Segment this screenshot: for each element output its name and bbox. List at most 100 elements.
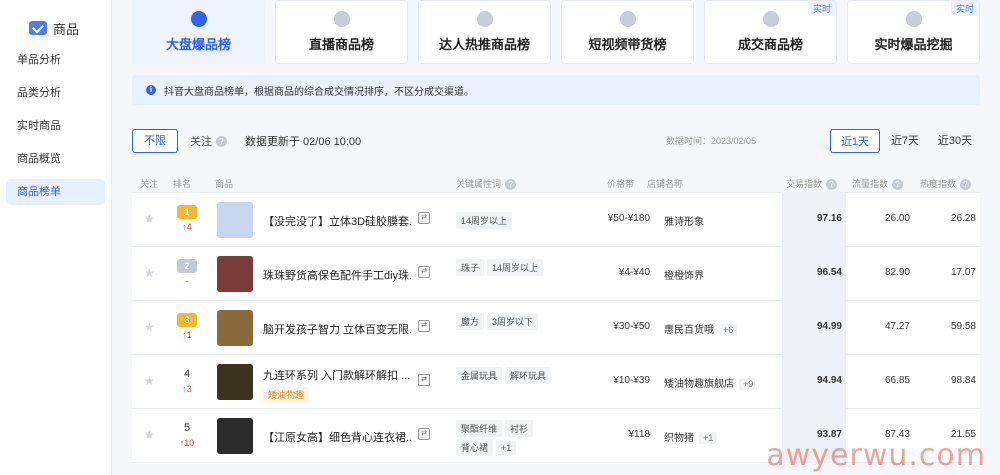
notice-bar: i 抖音大盘商品榜单，根据商品的综合成交情况排序，不区分成交渠道。 bbox=[132, 75, 980, 105]
table-body: ★ 1 ↑4 【没完没了】立体3D硅胶膜套... ⇄ 14周岁以上 ¥50-¥1… bbox=[132, 193, 980, 463]
heat-index: 59.58 bbox=[950, 321, 976, 332]
rank-cell: 1 ↑4 bbox=[176, 205, 198, 232]
sidebar-item-realtime-products[interactable]: 实时商品 bbox=[6, 113, 105, 139]
update-time: 数据更新于 02/06 10:00 bbox=[245, 136, 362, 148]
sidebar-header[interactable]: 商品 bbox=[0, 0, 111, 40]
shop-name[interactable]: 橙橙饰界 bbox=[664, 267, 704, 282]
rank-cell: 3 ↑1 bbox=[176, 313, 198, 340]
trade-index: 94.94 bbox=[816, 375, 842, 386]
product-name[interactable]: 脑开发孩子智力 立体百变无限... bbox=[263, 321, 413, 337]
tab-label: 实时爆品挖掘 bbox=[874, 37, 953, 52]
shop-more-badge[interactable]: +1 bbox=[699, 432, 718, 444]
attr-list: 魔方 3周岁以下 bbox=[456, 312, 576, 331]
product-name[interactable]: 九连环系列 入门款解环解扣 ... bbox=[263, 367, 413, 383]
range-30-days[interactable]: 近30天 bbox=[930, 129, 980, 153]
attr-tag: +1 bbox=[496, 441, 517, 455]
sidebar-item-product-ranking[interactable]: 商品榜单 bbox=[6, 179, 105, 205]
header-traffic[interactable]: 流量指数? bbox=[852, 177, 904, 190]
rank-number: 4 bbox=[183, 368, 191, 380]
star-icon[interactable]: ★ bbox=[144, 213, 156, 225]
header-heat-label: 热度指数 bbox=[920, 179, 957, 189]
header-heat[interactable]: 热度指数? bbox=[920, 177, 972, 190]
star-icon[interactable]: ★ bbox=[144, 267, 156, 279]
help-icon[interactable]: ? bbox=[505, 179, 517, 190]
ranking-tabs: 大盘爆品榜 直播商品榜 达人热推商品榜 短视频带货榜 成交商品榜 实时 实时爆品挖… bbox=[132, 0, 980, 64]
sidebar-item-product-overview[interactable]: 商品概览 bbox=[6, 146, 105, 172]
help-icon[interactable]: ? bbox=[960, 179, 972, 190]
product-thumbnail[interactable] bbox=[217, 256, 253, 292]
product-thumbnail[interactable] bbox=[217, 364, 253, 400]
star-icon bbox=[476, 11, 493, 27]
filter-follow-button[interactable]: 关注? bbox=[190, 133, 227, 149]
header-trade[interactable]: 交易指数? bbox=[786, 177, 838, 190]
help-icon[interactable]: ? bbox=[216, 135, 227, 147]
traffic-index: 66.85 bbox=[884, 375, 910, 386]
product-name[interactable]: 珠珠野货高保色配件手工diy珠... bbox=[263, 267, 413, 283]
sidebar: 商品 单品分析 品类分析 实时商品 商品概览 商品榜单 bbox=[0, 0, 112, 475]
attr-tag: 聚酯纤维 bbox=[456, 420, 503, 437]
star-icon[interactable]: ★ bbox=[144, 375, 156, 387]
crown-icon: 1 bbox=[177, 205, 197, 219]
shop-name[interactable]: 织物猪 +1 bbox=[664, 429, 718, 444]
compare-icon[interactable]: ⇄ bbox=[418, 266, 430, 278]
header-attrs: 关键属性词? bbox=[456, 177, 517, 190]
compare-icon[interactable]: ⇄ bbox=[418, 428, 430, 440]
table-row[interactable]: ★ 4 ↑3 九连环系列 入门款解环解扣 ... 矮油物趣 ⇄ 金属玩具 解环玩具… bbox=[132, 355, 980, 409]
product-name[interactable]: 【没完没了】立体3D硅胶膜套... bbox=[263, 213, 413, 229]
shop-name[interactable]: 惠民百货哦 +6 bbox=[664, 321, 738, 336]
range-7-days[interactable]: 近7天 bbox=[880, 129, 930, 153]
product-name[interactable]: 【江原女高】细色背心连衣裙... bbox=[263, 429, 413, 445]
attr-tag: 背心裙 bbox=[456, 439, 494, 456]
attr-tag: 3周岁以下 bbox=[487, 313, 539, 330]
rank-change: ↑3 bbox=[182, 384, 192, 394]
compare-icon[interactable]: ⇄ bbox=[418, 374, 430, 386]
table-header: 关注 排名 商品 关键属性词? 价格带 店铺名称 交易指数? 流量指数? 热度指… bbox=[132, 171, 980, 193]
time-range-selector: 近1天 近7天 近30天 bbox=[830, 129, 980, 153]
info-icon: i bbox=[146, 85, 156, 95]
tab-short-video[interactable]: 短视频带货榜 bbox=[561, 0, 694, 64]
tab-deal[interactable]: 成交商品榜 实时 bbox=[704, 0, 837, 64]
range-1-day[interactable]: 近1天 bbox=[830, 129, 880, 153]
sidebar-item-item-analysis[interactable]: 单品分析 bbox=[6, 47, 105, 73]
sidebar-title: 商品 bbox=[53, 21, 80, 37]
star-icon[interactable]: ★ bbox=[144, 429, 156, 441]
tab-label: 短视频带货榜 bbox=[588, 37, 667, 52]
compare-icon[interactable]: ⇄ bbox=[418, 212, 430, 224]
help-icon[interactable]: ? bbox=[892, 179, 904, 190]
product-thumbnail[interactable] bbox=[217, 202, 253, 238]
attr-tag: 金属玩具 bbox=[456, 367, 503, 384]
table-row[interactable]: ★ 2 - 珠珠野货高保色配件手工diy珠... ⇄ 珠子 14周岁以上 ¥4-¥… bbox=[132, 247, 980, 301]
attr-tag: 解环玩具 bbox=[505, 367, 552, 384]
rank-cell: 5 ↑10 bbox=[176, 421, 198, 448]
attr-tag: 珠子 bbox=[456, 259, 485, 276]
shop-name-label: 惠民百货哦 bbox=[664, 325, 714, 336]
product-thumbnail[interactable] bbox=[217, 310, 253, 346]
heat-index: 17.07 bbox=[950, 267, 976, 278]
traffic-index: 26.00 bbox=[884, 213, 910, 224]
data-date: 数据时间：2023/02/05 bbox=[665, 136, 756, 146]
table-row[interactable]: ★ 1 ↑4 【没完没了】立体3D硅胶膜套... ⇄ 14周岁以上 ¥50-¥1… bbox=[132, 193, 980, 247]
shop-name[interactable]: 矮油物趣旗舰店 +9 bbox=[664, 375, 758, 390]
shop-more-badge[interactable]: +6 bbox=[719, 324, 738, 336]
heat-index: 26.28 bbox=[950, 213, 976, 224]
tab-realtime-mining[interactable]: 实时爆品挖掘 实时 bbox=[847, 0, 980, 64]
attr-list: 珠子 14周岁以上 bbox=[456, 258, 576, 277]
sidebar-item-category-analysis[interactable]: 品类分析 bbox=[6, 80, 105, 106]
tab-overall-hot[interactable]: 大盘爆品榜 bbox=[132, 0, 265, 64]
header-shop: 店铺名称 bbox=[647, 179, 684, 189]
star-icon[interactable]: ★ bbox=[144, 321, 156, 333]
shop-name[interactable]: 雅诗形象 bbox=[664, 213, 704, 228]
shop-more-badge[interactable]: +9 bbox=[739, 378, 758, 390]
table-row[interactable]: ★ 3 ↑1 脑开发孩子智力 立体百变无限... ⇄ 魔方 3周岁以下 ¥30-¥… bbox=[132, 301, 980, 355]
tab-label: 成交商品榜 bbox=[737, 37, 803, 52]
shop-name-label: 雅诗形象 bbox=[664, 217, 704, 228]
help-icon[interactable]: ? bbox=[826, 179, 838, 190]
tab-live[interactable]: 直播商品榜 bbox=[275, 0, 408, 64]
compare-icon[interactable]: ⇄ bbox=[418, 320, 430, 332]
header-rank: 排名 bbox=[173, 179, 192, 189]
tab-influencer[interactable]: 达人热推商品榜 bbox=[418, 0, 551, 64]
brand-tag: 矮油物趣 bbox=[263, 387, 310, 402]
trade-index: 96.54 bbox=[816, 267, 842, 278]
filter-all-button[interactable]: 不限 bbox=[132, 129, 178, 153]
product-thumbnail[interactable] bbox=[217, 418, 253, 454]
